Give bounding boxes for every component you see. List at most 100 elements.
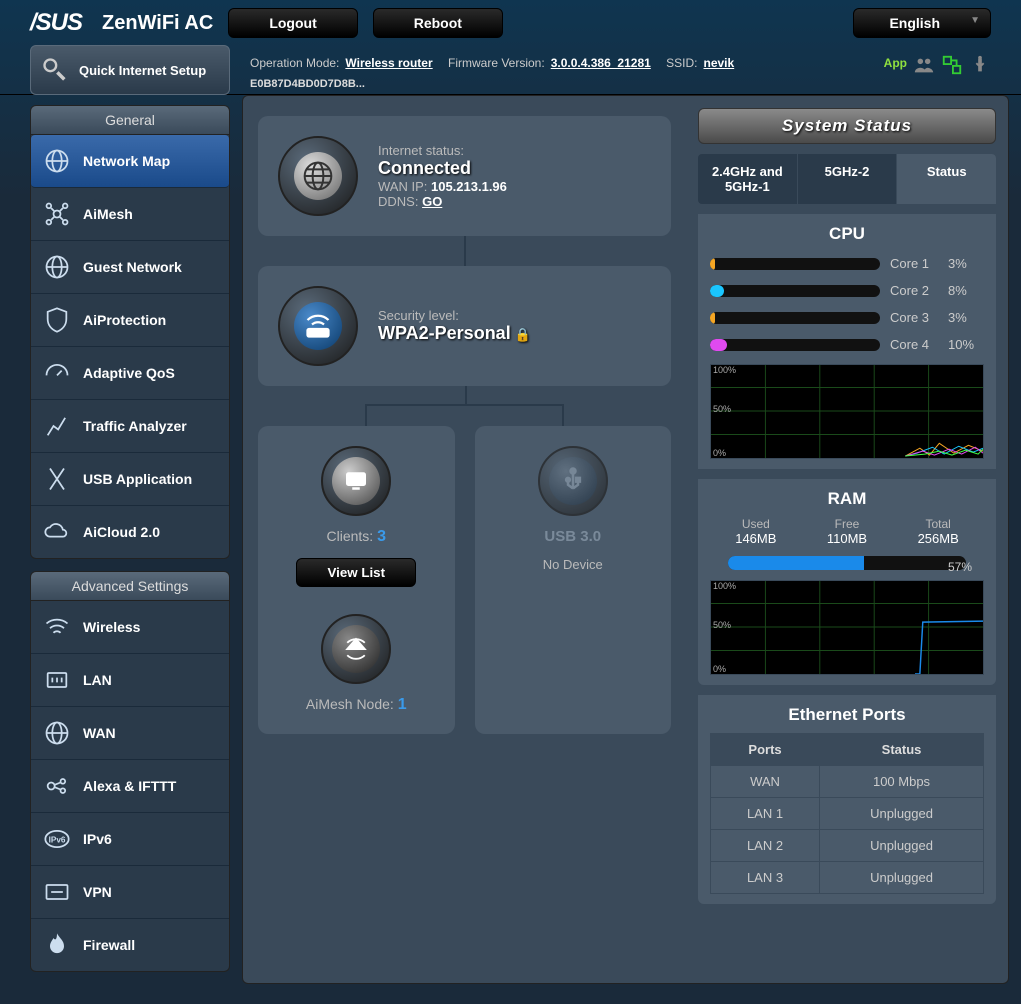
nav-label: Wireless <box>83 619 140 635</box>
view-list-button[interactable]: View List <box>296 558 416 587</box>
system-status-header: System Status <box>698 108 996 144</box>
chart-icon <box>43 412 71 440</box>
nav-traffic-analyzer[interactable]: Traffic Analyzer <box>31 400 229 453</box>
core-label: Core 2 <box>890 283 938 298</box>
aimesh-node-icon <box>321 614 391 684</box>
wanip-label: WAN IP: <box>378 179 427 194</box>
nav-network-map[interactable]: Network Map <box>31 135 229 188</box>
nav-ipv6[interactable]: IPv6IPv6 <box>31 813 229 866</box>
nav-aicloud[interactable]: AiCloud 2.0 <box>31 506 229 558</box>
advanced-nav: Wireless LAN WAN Alexa & IFTTT IPv6IPv6 … <box>30 601 230 972</box>
nav-label: LAN <box>83 672 112 688</box>
cpu-core-row: Core 33% <box>710 310 984 325</box>
nav-lan[interactable]: LAN <box>31 654 229 707</box>
nav-wan[interactable]: WAN <box>31 707 229 760</box>
nav-aiprotection[interactable]: AiProtection <box>31 294 229 347</box>
security-level: WPA2-Personal <box>378 323 511 343</box>
nav-aimesh[interactable]: AiMesh <box>31 188 229 241</box>
nav-label: AiProtection <box>83 312 166 328</box>
guest-icon <box>43 253 71 281</box>
vpn-icon <box>43 878 71 906</box>
lock-icon: 🔒 <box>515 327 531 342</box>
ram-graph: 100%50%0% <box>710 580 984 675</box>
qis-label: Quick Internet Setup <box>79 63 206 78</box>
nav-firewall[interactable]: Firewall <box>31 919 229 971</box>
ram-bar <box>728 556 966 570</box>
ddns-link[interactable]: GO <box>422 194 442 209</box>
usb-card[interactable]: USB 3.0 No Device <box>475 426 672 734</box>
tab-status[interactable]: Status <box>897 154 996 204</box>
network-icon[interactable] <box>941 54 963 72</box>
ram-total: 256MB <box>918 531 959 546</box>
cpu-bar <box>710 258 880 270</box>
nav-label: IPv6 <box>83 831 112 847</box>
nav-label: Traffic Analyzer <box>83 418 187 434</box>
internet-icon <box>278 136 358 216</box>
eth-port: LAN 1 <box>711 798 820 830</box>
internet-card[interactable]: Internet status: Connected WAN IP: 105.2… <box>258 116 671 236</box>
brand-logo: /SUS <box>30 9 82 37</box>
content: Internet status: Connected WAN IP: 105.2… <box>242 95 1009 984</box>
users-icon[interactable] <box>913 54 935 72</box>
security-card[interactable]: Security level: WPA2-Personal 🔒 <box>258 266 671 386</box>
security-label: Security level: <box>378 308 531 323</box>
nav-label: VPN <box>83 884 112 900</box>
tab-5ghz2[interactable]: 5GHz-2 <box>798 154 898 204</box>
shield-icon <box>43 306 71 334</box>
aimesh-label: AiMesh Node: <box>306 696 394 712</box>
nav-alexa-ifttt[interactable]: Alexa & IFTTT <box>31 760 229 813</box>
cpu-core-row: Core 410% <box>710 337 984 352</box>
eth-row: WAN100 Mbps <box>711 766 984 798</box>
tab-24-5ghz1[interactable]: 2.4GHz and 5GHz-1 <box>698 154 798 204</box>
eth-status: Unplugged <box>820 862 984 894</box>
fw-link[interactable]: 3.0.0.4.386_21281 <box>551 56 651 70</box>
reboot-button[interactable]: Reboot <box>373 8 503 38</box>
nav-usb-application[interactable]: USB Application <box>31 453 229 506</box>
general-header: General <box>30 105 230 135</box>
eth-status-hdr: Status <box>820 734 984 766</box>
sidebar: Quick Internet Setup General Network Map… <box>30 45 230 984</box>
lan-icon <box>43 666 71 694</box>
eth-title: Ethernet Ports <box>710 705 984 725</box>
nav-label: Alexa & IFTTT <box>83 778 176 794</box>
ethernet-table: PortsStatus WAN100 MbpsLAN 1UnpluggedLAN… <box>710 733 984 894</box>
eth-port: LAN 3 <box>711 862 820 894</box>
logout-button[interactable]: Logout <box>228 8 357 38</box>
eth-status: 100 Mbps <box>820 766 984 798</box>
nav-adaptive-qos[interactable]: Adaptive QoS <box>31 347 229 400</box>
app-link[interactable]: App <box>884 56 907 70</box>
clients-card[interactable]: Clients: 3 View List AiMesh Node: 1 <box>258 426 455 734</box>
usb-app-icon <box>43 465 71 493</box>
map-column: Internet status: Connected WAN IP: 105.2… <box>243 96 686 983</box>
usb-status: No Device <box>543 557 603 572</box>
eth-port: WAN <box>711 766 820 798</box>
usb-icon[interactable] <box>969 54 991 72</box>
core-label: Core 1 <box>890 256 938 271</box>
connector-line <box>464 236 466 266</box>
gear-wrench-icon <box>41 56 69 84</box>
fw-label: Firmware Version: <box>448 56 545 70</box>
gauge-icon <box>43 359 71 387</box>
language-select[interactable]: English <box>853 8 991 38</box>
core-pct: 8% <box>948 283 984 298</box>
status-column: System Status 2.4GHz and 5GHz-1 5GHz-2 S… <box>698 96 1008 983</box>
ddns-label: DDNS: <box>378 194 418 209</box>
nav-vpn[interactable]: VPN <box>31 866 229 919</box>
wan-icon <box>43 719 71 747</box>
ram-total-label: Total <box>918 517 959 531</box>
nav-guest-network[interactable]: Guest Network <box>31 241 229 294</box>
quick-internet-setup[interactable]: Quick Internet Setup <box>30 45 230 95</box>
nav-label: Guest Network <box>83 259 182 275</box>
ram-panel: RAM Used146MB Free110MB Total256MB 57% 1… <box>698 479 996 685</box>
nav-label: USB Application <box>83 471 192 487</box>
opmode-link[interactable]: Wireless router <box>345 56 432 70</box>
ram-pct: 57% <box>948 560 972 574</box>
eth-row: LAN 3Unplugged <box>711 862 984 894</box>
advanced-header: Advanced Settings <box>30 571 230 601</box>
core-label: Core 4 <box>890 337 938 352</box>
ssid-link[interactable]: nevik <box>704 56 735 70</box>
eth-row: LAN 1Unplugged <box>711 798 984 830</box>
nav-wireless[interactable]: Wireless <box>31 601 229 654</box>
cloud-icon <box>43 518 71 546</box>
globe-icon <box>43 147 71 175</box>
